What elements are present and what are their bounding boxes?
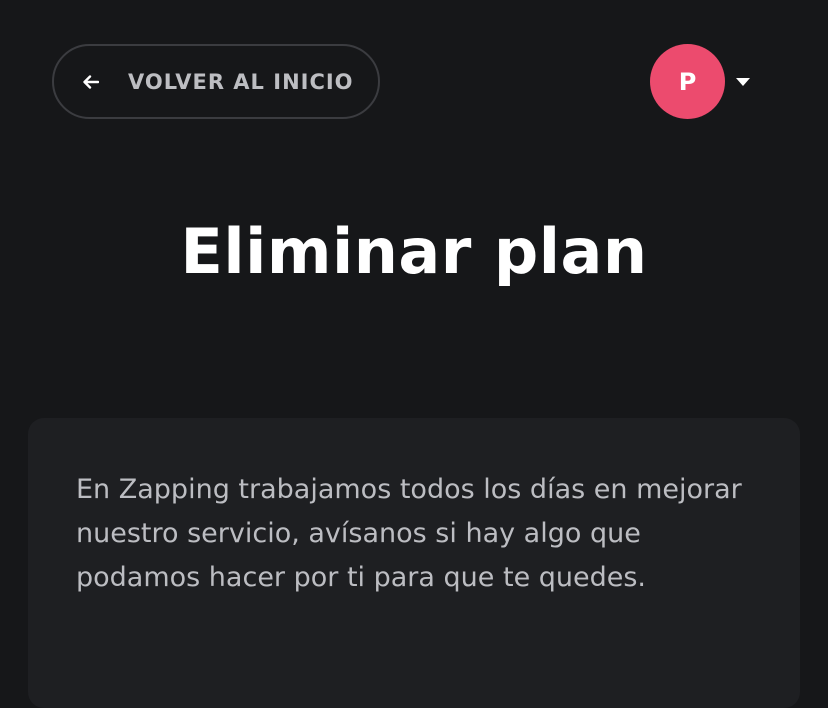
back-button-label: VOLVER AL INICIO bbox=[128, 69, 354, 94]
caret-down-icon[interactable] bbox=[736, 77, 750, 86]
avatar[interactable]: P bbox=[650, 44, 725, 119]
page-title: Eliminar plan bbox=[180, 215, 648, 288]
user-menu[interactable]: P bbox=[650, 44, 750, 119]
avatar-initial: P bbox=[678, 67, 697, 96]
retention-message: En Zapping trabajamos todos los días en … bbox=[76, 474, 742, 593]
info-card: En Zapping trabajamos todos los días en … bbox=[28, 418, 800, 708]
back-to-home-button[interactable]: VOLVER AL INICIO bbox=[52, 44, 380, 119]
arrow-left-icon bbox=[82, 74, 100, 90]
